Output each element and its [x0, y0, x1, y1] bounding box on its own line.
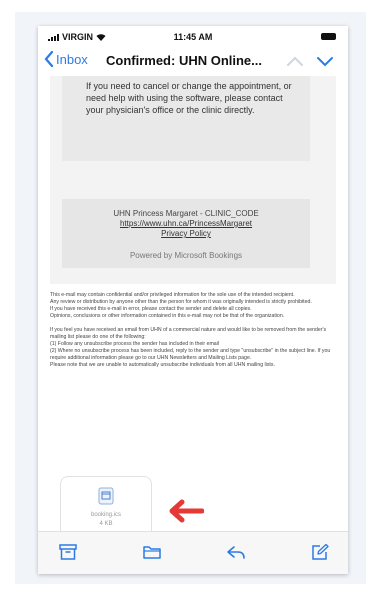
- compose-icon[interactable]: [310, 543, 330, 561]
- archive-icon[interactable]: [58, 543, 78, 561]
- bottom-toolbar: [38, 531, 348, 574]
- status-bar: VIRGIN 11:45 AM: [38, 26, 348, 48]
- clinic-name: UHN Princess Margaret - CLINIC_CODE: [113, 209, 259, 218]
- previous-message-button[interactable]: [286, 54, 304, 68]
- email-subject: Confirmed: UHN Online...: [106, 53, 262, 68]
- chevron-left-icon: [44, 51, 54, 67]
- back-to-inbox-button[interactable]: Inbox: [44, 51, 88, 67]
- attachment-name: booking.ics: [90, 512, 122, 518]
- folder-icon[interactable]: [142, 543, 162, 561]
- battery-icon: [321, 33, 336, 40]
- disclaimer-line: Opinions, conclusions or other informati…: [50, 313, 285, 319]
- disclaimer-line: This e-mail may contain confidential and…: [50, 292, 295, 298]
- clinic-website-link[interactable]: https://www.uhn.ca/PrincessMargaret: [62, 219, 310, 229]
- powered-by-text: Powered by Microsoft Bookings: [129, 251, 243, 260]
- status-time: 11:45 AM: [173, 32, 213, 42]
- back-label: Inbox: [56, 51, 88, 67]
- clinic-footer: UHN Princess Margaret - CLINIC_CODE http…: [62, 199, 310, 268]
- next-message-button[interactable]: [316, 54, 334, 68]
- reply-icon[interactable]: [226, 543, 246, 561]
- calendar-file-icon: [98, 487, 114, 505]
- cancel-text: If you need to cancel or change the appo…: [86, 81, 292, 115]
- cancel-info-card: If you need to cancel or change the appo…: [62, 76, 310, 161]
- phone-screen: VIRGIN 11:45 AM Inbox Confirmed: UHN Onl…: [38, 26, 348, 574]
- disclaimer-line: Any review or distribution by anyone oth…: [50, 299, 312, 305]
- attachment-size: 4 KB: [99, 521, 113, 527]
- email-disclaimer: This e-mail may contain confidential and…: [50, 292, 338, 369]
- disclaimer-line: If you have received this e-mail in erro…: [50, 306, 252, 312]
- email-nav-bar: Inbox Confirmed: UHN Online...: [38, 48, 348, 76]
- privacy-policy-link[interactable]: Privacy Policy: [62, 229, 310, 239]
- unsubscribe-line: If you feel you have received an email f…: [50, 327, 327, 340]
- arrow-left-icon: [169, 499, 204, 523]
- email-body[interactable]: If you need to cancel or change the appo…: [38, 76, 348, 546]
- unsubscribe-line: (1) Follow any unsubscribe process the s…: [50, 341, 219, 347]
- unsubscribe-line: Please note that we are unable to automa…: [50, 362, 275, 368]
- unsubscribe-line: (2) Where no unsubscribe process has bee…: [50, 348, 331, 361]
